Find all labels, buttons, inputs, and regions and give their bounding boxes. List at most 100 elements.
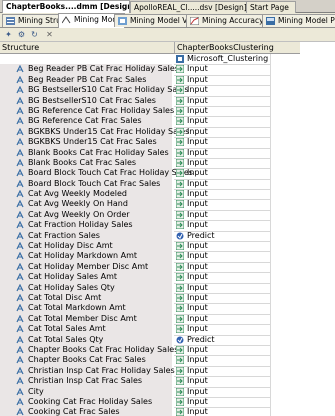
table-row[interactable]: Cat Holiday Disc Amt Input: [0, 241, 300, 253]
usage-value: Input: [187, 199, 208, 209]
structure-column-header[interactable]: Structure: [2, 42, 39, 53]
designer-tab-bar: Mining Structure Mining Models Mining Mo…: [0, 13, 335, 28]
table-row[interactable]: Cat Avg Weekly On Order Input: [0, 209, 300, 222]
structure-column-name: BGKBKS Under15 Cat Frac Holiday Sales: [28, 126, 190, 136]
input-icon: [176, 190, 184, 199]
input-icon: [176, 408, 184, 416]
usage-value: Input: [187, 303, 208, 313]
input-icon: [176, 252, 184, 261]
table-row[interactable]: Cat Holiday Sales Amt Input: [0, 272, 300, 284]
input-icon: [176, 262, 184, 271]
tab-label: Mining Model Prediction: [278, 16, 335, 25]
usage-value: Input: [187, 272, 208, 282]
table-row[interactable]: Chapter Books Cat Frac Sales Input: [0, 355, 300, 367]
table-row[interactable]: BG Reference Cat Frac Holiday Sales Input: [0, 105, 300, 118]
table-row[interactable]: Cat Total Sales Qty Predict: [0, 334, 300, 346]
structure-column-name: Cat Total Disc Amt: [28, 292, 102, 302]
doc-tab-start-page[interactable]: Start Page: [246, 1, 296, 13]
usage-cell[interactable]: Input: [174, 407, 271, 416]
structure-column-name: Cooking Cat Frac Sales: [28, 407, 120, 416]
table-row[interactable]: BGKBKS Under15 Cat Frac Sales Input: [0, 137, 300, 149]
input-icon: [176, 242, 184, 251]
input-icon: [176, 356, 184, 365]
structure-column-name: Beg Reader PB Cat Frac Holiday Sales: [28, 64, 179, 74]
delete-icon[interactable]: ✕: [44, 29, 55, 40]
table-row[interactable]: Christian Insp Cat Frac Holiday Sales Inp…: [0, 365, 300, 378]
table-row[interactable]: Beg Reader PB Cat Frac Holiday Sales Inpu…: [0, 64, 300, 76]
grid-rows: Microsoft_Clustering Beg Reader PB Cat F…: [0, 54, 300, 416]
table-row[interactable]: City Input: [0, 386, 300, 398]
structure-column-name: BG BestsellerS10 Cat Frac Holiday Sales: [28, 85, 189, 95]
table-row[interactable]: BG BestsellerS10 Cat Frac Holiday Sales I…: [0, 85, 300, 97]
table-row[interactable]: BGKBKS Under15 Cat Frac Holiday Sales Inp…: [0, 126, 300, 139]
usage-value: Input: [187, 386, 208, 396]
usage-value: Input: [187, 355, 208, 365]
structure-column-name: Cat Holiday Markdown Amt: [28, 251, 138, 261]
column-icon: [16, 356, 24, 364]
mining-models-icon: [62, 16, 71, 24]
table-row[interactable]: Cat Total Sales Amt Input: [0, 324, 300, 336]
input-icon: [176, 345, 184, 354]
table-row[interactable]: Board Block Touch Cat Frac Sales Input: [0, 178, 300, 191]
table-row[interactable]: Cat Fraction Sales Predict: [0, 230, 300, 243]
table-row[interactable]: BG Reference Cat Frac Sales Input: [0, 116, 300, 128]
column-icon: [16, 252, 24, 260]
table-row[interactable]: Board Block Touch Cat Frac Holiday Sales…: [0, 168, 300, 180]
column-icon: [16, 293, 24, 302]
doc-tab-chapterbooks[interactable]: ChapterBooks....dmm [Design]: [2, 0, 130, 13]
input-icon: [176, 397, 184, 406]
usage-value: Input: [187, 168, 208, 178]
column-icon: [16, 283, 24, 291]
structure-column-name: Cat Avg Weekly On Hand: [28, 199, 128, 209]
table-row[interactable]: Cat Avg Weekly Modeled Input: [0, 189, 300, 201]
new-model-icon[interactable]: ✦: [3, 29, 14, 40]
input-icon: [176, 169, 184, 178]
structure-column-cell[interactable]: Cooking Cat Frac Sales: [0, 407, 172, 416]
table-row[interactable]: BG BestsellerS10 Cat Frac Sales Input: [0, 95, 300, 107]
table-row[interactable]: Cat Fraction Holiday Sales Input: [0, 220, 300, 232]
table-row[interactable]: Chapter Books Cat Frac Holiday Sales Inpu…: [0, 344, 300, 357]
column-icon: [16, 273, 24, 281]
table-row[interactable]: Cat Holiday Sales Qty Input: [0, 282, 300, 294]
process-icon[interactable]: ⚙: [16, 29, 27, 40]
usage-value: Input: [187, 85, 208, 95]
table-row[interactable]: Blank Books Cat Frac Sales Input: [0, 157, 300, 170]
table-row[interactable]: Cat Holiday Member Disc Amt Input: [0, 261, 300, 274]
column-icon: [16, 138, 24, 146]
column-icon: [16, 335, 24, 343]
column-icon: [16, 397, 24, 406]
table-row[interactable]: Beg Reader PB Cat Frac Sales Input: [0, 74, 300, 87]
table-row[interactable]: Blank Books Cat Frac Holiday Sales Input: [0, 147, 300, 159]
column-icon: [16, 325, 24, 333]
tab-mining-model-prediction[interactable]: Mining Model Prediction: [262, 14, 335, 27]
input-icon: [176, 221, 184, 230]
usage-value: Input: [187, 365, 208, 375]
refresh-icon[interactable]: ↻: [29, 29, 40, 40]
table-row[interactable]: Cat Total Markdown Amt Input: [0, 303, 300, 315]
column-icon: [16, 231, 24, 239]
table-row[interactable]: Cooking Cat Frac Holiday Sales Input: [0, 396, 300, 409]
input-icon: [176, 127, 184, 136]
model-column-header[interactable]: ChapterBooksClustering: [174, 42, 300, 53]
usage-value: Input: [187, 376, 208, 386]
usage-value: Input: [187, 241, 208, 251]
table-row[interactable]: Cat Avg Weekly On Hand Input: [0, 199, 300, 211]
table-row[interactable]: Cat Total Member Disc Amt Input: [0, 313, 300, 326]
model-viewer-icon: [118, 17, 127, 25]
column-icon: [16, 377, 24, 385]
column-icon: [16, 75, 24, 84]
column-icon: [16, 262, 24, 271]
usage-value: Input: [187, 313, 208, 323]
doc-tab-apolloreal[interactable]: ApolloREAL_Cl.....dsv [Design]*: [130, 1, 248, 13]
column-icon: [16, 200, 24, 208]
column-icon: [16, 366, 24, 374]
table-row[interactable]: Christian Insp Cat Frac Sales Input: [0, 376, 300, 388]
input-icon: [176, 314, 184, 323]
table-row[interactable]: Cat Total Disc Amt Input: [0, 292, 300, 305]
input-icon: [176, 158, 184, 167]
prediction-icon: [266, 17, 275, 25]
column-icon: [16, 65, 24, 73]
structure-column-name: Cat Holiday Sales Amt: [28, 272, 118, 282]
table-row[interactable]: Cat Holiday Markdown Amt Input: [0, 251, 300, 263]
table-row[interactable]: Cooking Cat Frac Sales Input: [0, 407, 300, 416]
